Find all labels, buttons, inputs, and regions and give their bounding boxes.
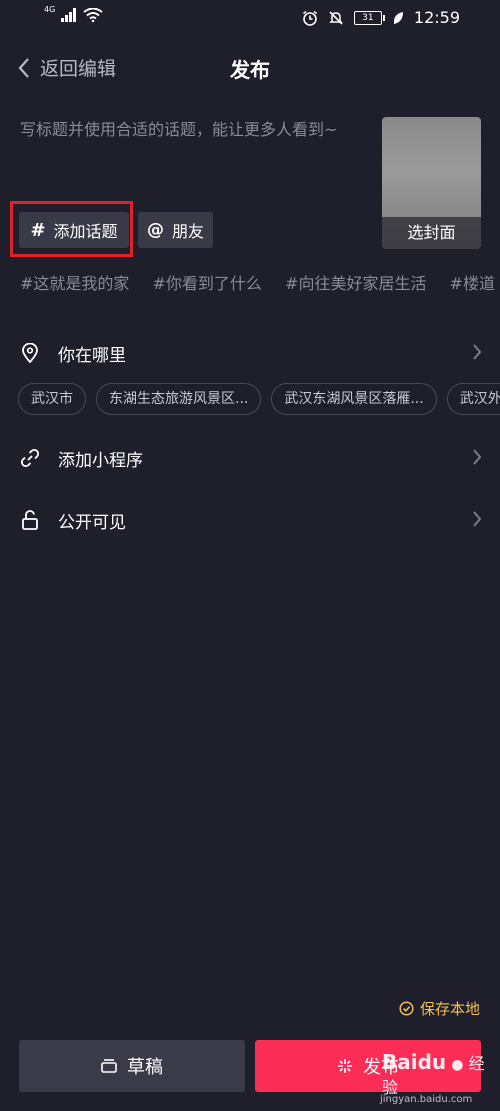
mention-friends-button[interactable]: @ 朋友 bbox=[138, 212, 213, 248]
hashtag-item[interactable]: #你看到了什么 bbox=[153, 274, 262, 293]
location-row[interactable]: 你在哪里 bbox=[20, 338, 482, 368]
location-suggestions: 武汉市 东湖生态旅游风景区... 武汉东湖风景区落雁... 武汉外 bbox=[18, 383, 500, 415]
status-bar: 4G 31 12:59 bbox=[0, 0, 500, 36]
cover-label: 选封面 bbox=[382, 217, 481, 249]
location-chip[interactable]: 东湖生态旅游风景区... bbox=[96, 383, 262, 415]
watermark-brand: Baidu bbox=[382, 1050, 447, 1074]
hashtag-item[interactable]: #楼道 bbox=[450, 274, 495, 293]
hashtag-item[interactable]: #这就是我的家 bbox=[20, 274, 129, 293]
mini-program-row[interactable]: 添加小程序 bbox=[20, 443, 482, 473]
status-right: 31 12:59 bbox=[302, 8, 460, 27]
highlight-box bbox=[10, 201, 133, 257]
battery-icon: 31 bbox=[353, 10, 385, 25]
hashtag-item[interactable]: #向往美好家居生活 bbox=[285, 274, 426, 293]
leaf-icon bbox=[393, 11, 403, 24]
watermark-url: jingyan.baidu.com bbox=[380, 1094, 473, 1105]
caption-input[interactable]: 写标题并使用合适的话题，能让更多人看到~ bbox=[20, 117, 365, 143]
nav-bar: 返回编辑 发布 bbox=[0, 48, 500, 88]
visibility-label: 公开可见 bbox=[58, 512, 126, 533]
clock: 12:59 bbox=[413, 8, 460, 27]
draft-button[interactable]: 草稿 bbox=[19, 1040, 245, 1092]
chevron-right-icon bbox=[473, 511, 482, 527]
location-chip[interactable]: 武汉东湖风景区落雁... bbox=[271, 383, 437, 415]
chevron-right-icon bbox=[473, 344, 482, 360]
sparkle-icon bbox=[338, 1059, 352, 1073]
wifi-icon bbox=[83, 8, 103, 22]
save-local-toggle[interactable]: 保存本地 bbox=[399, 998, 480, 1019]
check-circle-icon bbox=[399, 1001, 414, 1016]
signal-icon bbox=[61, 8, 77, 22]
hashtag-suggestions: #这就是我的家 #你看到了什么 #向往美好家居生活 #楼道 bbox=[20, 270, 500, 294]
at-icon: @ bbox=[146, 220, 164, 240]
link-icon bbox=[20, 448, 40, 468]
visibility-row[interactable]: 公开可见 bbox=[20, 505, 482, 535]
location-chip[interactable]: 武汉市 bbox=[18, 383, 86, 415]
cover-selector[interactable]: 选封面 bbox=[382, 117, 481, 249]
location-label: 你在哪里 bbox=[58, 345, 126, 366]
location-chip[interactable]: 武汉外 bbox=[446, 383, 500, 415]
alarm-icon bbox=[302, 10, 317, 26]
draft-box-icon bbox=[101, 1059, 117, 1073]
status-left: 4G bbox=[44, 4, 103, 22]
network-type: 4G bbox=[44, 4, 56, 14]
friends-label: 朋友 bbox=[171, 222, 204, 241]
baidu-watermark: Baidu ● 经验 jingyan.baidu.com bbox=[380, 1050, 500, 1105]
chevron-right-icon bbox=[473, 449, 482, 465]
save-local-label: 保存本地 bbox=[419, 1000, 480, 1018]
location-pin-icon bbox=[20, 343, 40, 363]
draft-label: 草稿 bbox=[127, 1057, 163, 1078]
unlock-icon bbox=[20, 510, 40, 530]
mute-icon bbox=[329, 10, 343, 25]
page-title: 发布 bbox=[230, 58, 270, 82]
mini-program-label: 添加小程序 bbox=[58, 450, 143, 471]
paw-icon: ● bbox=[451, 1057, 464, 1073]
